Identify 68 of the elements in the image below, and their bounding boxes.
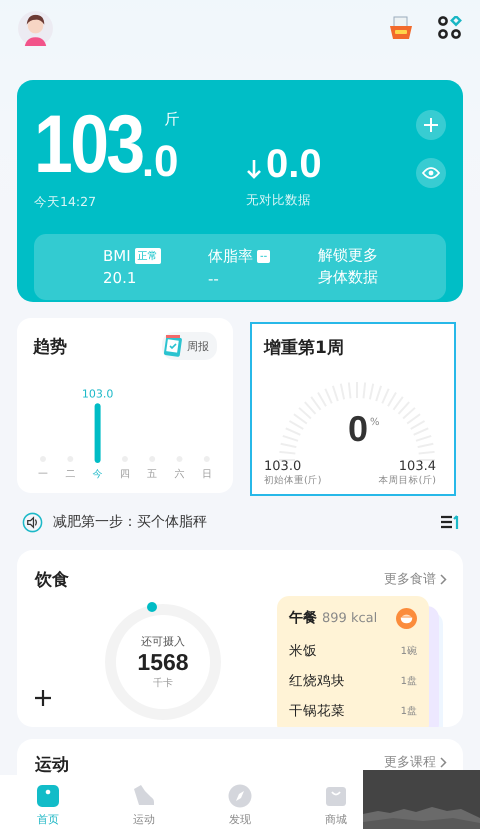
- percent-unit: %: [370, 417, 380, 428]
- more-recipes-link[interactable]: 更多食谱: [384, 570, 447, 588]
- start-label: 初始体重(斤): [264, 475, 322, 487]
- change-note: 无对比数据: [246, 192, 312, 209]
- weight-bar: [94, 403, 101, 463]
- unlock-link[interactable]: 解锁更多身体数据: [318, 245, 381, 289]
- food-name: 米饭: [289, 642, 317, 660]
- card-title: 运动: [35, 754, 69, 776]
- home-icon: [35, 783, 61, 809]
- day-label: 一: [38, 469, 48, 480]
- meal-name: 午餐: [289, 609, 317, 627]
- chevron-icon: [440, 574, 447, 584]
- chevron-icon: [440, 756, 447, 768]
- tab-item[interactable]: 运动: [118, 775, 170, 829]
- day-label: 日: [202, 469, 212, 480]
- basket-icon[interactable]: [388, 15, 414, 41]
- day-label: 六: [174, 469, 184, 480]
- compass-icon: [227, 783, 253, 809]
- food-quantity: 1盘: [400, 705, 417, 718]
- bar-label: 103.0: [82, 387, 114, 400]
- meal-card[interactable]: 午餐 899 kcal 米饭 1碗 红烧鸡块 1盘 干锅花菜 1盘: [277, 596, 429, 727]
- weight-decimal: .0: [142, 140, 179, 184]
- bowl-icon: [396, 608, 417, 628]
- food-name: 红烧鸡块: [289, 672, 345, 690]
- report-button[interactable]: 周报: [162, 332, 217, 360]
- metric-label: 体脂率: [208, 246, 253, 266]
- card-title: 增重第1周: [264, 338, 344, 358]
- tab-item[interactable]: 发现: [214, 775, 266, 829]
- card-title: 饮食: [35, 569, 69, 591]
- add-icon[interactable]: [35, 690, 51, 706]
- metric-value: 20.1: [103, 269, 138, 287]
- start-weight: 103.0: [264, 458, 302, 475]
- target-label: 本周目标(斤): [378, 475, 436, 487]
- measure-time: 今天14:27: [34, 194, 98, 211]
- tab-item[interactable]: 商城: [310, 775, 362, 829]
- weight-change: 0.0: [266, 144, 322, 184]
- calorie-unit: 千卡: [153, 676, 173, 690]
- sort-icon[interactable]: [440, 514, 460, 530]
- avatar[interactable]: [18, 10, 53, 46]
- plus-icon: [424, 118, 438, 132]
- weight-unit: 斤: [164, 112, 180, 127]
- day-label: 今: [92, 469, 103, 480]
- grid-icon[interactable]: [438, 16, 462, 40]
- food-quantity: 1碗: [400, 644, 417, 658]
- calendar-icon: [162, 334, 184, 358]
- weight-value: 103: [34, 104, 143, 186]
- day-label: 二: [65, 469, 76, 480]
- status-badge: --: [257, 250, 270, 262]
- metric-value: --: [208, 270, 220, 288]
- more-courses-link[interactable]: 更多课程: [384, 753, 447, 771]
- progress-percent: 0: [348, 411, 368, 447]
- meal-calories: 899 kcal: [322, 610, 378, 626]
- eye-icon: [422, 167, 440, 179]
- tab-item[interactable]: 首页: [22, 775, 74, 829]
- tip-text[interactable]: 减肥第一步：买个体脂秤: [53, 513, 430, 531]
- food-name: 干锅花菜: [289, 702, 345, 720]
- remaining-calories: 1568: [137, 649, 189, 676]
- speaker-icon[interactable]: [22, 512, 43, 532]
- day-label: 五: [147, 469, 158, 480]
- target-weight: 103.4: [398, 458, 436, 475]
- status-badge: 正常: [134, 248, 161, 264]
- progress-dot: [147, 602, 157, 612]
- metric-label: BMI: [103, 247, 131, 265]
- food-quantity: 1盘: [400, 675, 417, 688]
- card-title: 趋势: [33, 336, 67, 358]
- down-arrow-icon: [246, 158, 262, 180]
- day-label: 四: [120, 469, 130, 480]
- remaining-label: 还可摄入: [141, 634, 185, 650]
